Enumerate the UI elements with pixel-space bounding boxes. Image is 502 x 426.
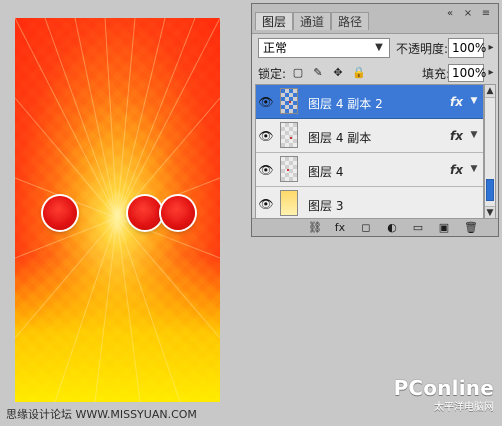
layers-panel: 图层 通道 路径 « × ≡ 正常 ▼ 不透明度: 100% ▸ 锁定: ▢ ✎…: [251, 3, 499, 237]
expand-effects-icon[interactable]: ▼: [469, 95, 479, 107]
layer-thumbnail: [280, 156, 298, 182]
lock-all-icon[interactable]: 🔒: [352, 67, 366, 79]
watermark-brand: PConline 太平洋电脑网: [394, 376, 494, 413]
layer-name: 图层 4 副本 2: [308, 97, 383, 111]
fx-icon[interactable]: fx: [450, 129, 463, 143]
lock-fill-row: 锁定: ▢ ✎ ✥ 🔒 填充: 100% ▸: [258, 64, 494, 82]
new-layer-icon[interactable]: ▣: [438, 222, 450, 234]
lock-transparent-pixels-icon[interactable]: ▢: [292, 67, 304, 79]
opacity-label: 不透明度:: [396, 42, 449, 56]
link-layers-icon[interactable]: ⛓: [308, 222, 322, 234]
blend-opacity-row: 正常 ▼ 不透明度: 100% ▸: [258, 38, 494, 60]
brand-logo: PConline: [393, 376, 494, 400]
lock-image-pixels-icon[interactable]: ✎: [312, 67, 324, 79]
panel-menu-icon[interactable]: ≡: [480, 8, 492, 20]
fx-icon[interactable]: fx: [450, 95, 463, 109]
layers-scrollbar[interactable]: ▲ ▼: [484, 84, 496, 220]
layer-name: 图层 4: [308, 165, 344, 179]
panel-tabs: 图层 通道 路径: [255, 12, 370, 30]
expand-effects-icon[interactable]: ▼: [469, 163, 479, 175]
fill-dropdown-icon[interactable]: ▸: [486, 66, 496, 80]
brand-subtitle: 太平洋电脑网: [434, 402, 494, 413]
close-icon[interactable]: ×: [462, 8, 474, 20]
trash-icon[interactable]: 🗑: [464, 222, 478, 234]
eye-icon[interactable]: 👁: [258, 128, 274, 144]
red-circle: [161, 196, 195, 230]
tab-layers[interactable]: 图层: [255, 12, 294, 30]
watermark-left: 思缘设计论坛 WWW.MISSYUAN.COM: [6, 408, 197, 421]
layer-row[interactable]: 👁 图层 4 fx ▼: [256, 153, 483, 187]
lock-position-icon[interactable]: ✥: [332, 67, 344, 79]
opacity-input[interactable]: 100%: [448, 38, 486, 58]
red-circle: [128, 196, 162, 230]
scroll-up-icon[interactable]: ▲: [485, 85, 495, 98]
red-circle: [43, 196, 77, 230]
layer-thumbnail: [280, 190, 298, 216]
fx-icon[interactable]: fx: [450, 163, 463, 177]
lock-icons: ▢ ✎ ✥ 🔒: [292, 64, 366, 82]
adjustment-layer-icon[interactable]: ◐: [386, 222, 398, 234]
fill-label: 填充:: [422, 67, 451, 81]
panel-top-icons: « × ≡: [444, 8, 492, 20]
tab-paths[interactable]: 路径: [331, 12, 370, 30]
layer-thumbnail: [280, 122, 298, 148]
add-mask-icon[interactable]: ◻: [360, 222, 372, 234]
layer-name: 图层 4 副本: [308, 131, 372, 145]
layer-thumbnail: [280, 88, 298, 114]
blend-mode-select[interactable]: 正常 ▼: [258, 38, 390, 58]
scroll-thumb[interactable]: [486, 179, 494, 201]
collapse-icon[interactable]: «: [444, 8, 456, 20]
layer-row[interactable]: 👁 图层 4 副本 2 fx ▼: [256, 85, 483, 119]
chevron-down-icon[interactable]: ▼: [371, 40, 387, 56]
layer-row[interactable]: 👁 图层 3: [256, 187, 483, 219]
add-layer-style-icon[interactable]: fx: [334, 222, 346, 234]
panel-header: 图层 通道 路径 « × ≡: [252, 4, 498, 34]
eye-icon[interactable]: 👁: [258, 94, 274, 110]
layers-bottom-bar: ⛓ fx ◻ ◐ ▭ ▣ 🗑: [252, 218, 498, 236]
tab-channels[interactable]: 通道: [293, 12, 332, 30]
fill-input[interactable]: 100%: [448, 64, 486, 82]
layers-list: 👁 图层 4 副本 2 fx ▼ 👁 图层 4 副本 fx ▼ 👁 图层 4 f…: [255, 84, 484, 220]
opacity-dropdown-icon[interactable]: ▸: [486, 41, 496, 55]
lock-label: 锁定:: [258, 67, 287, 81]
new-group-icon[interactable]: ▭: [412, 222, 424, 234]
layer-name: 图层 3: [308, 199, 344, 213]
document-canvas[interactable]: [15, 18, 220, 402]
eye-icon[interactable]: 👁: [258, 196, 274, 212]
bottom-icons: ⛓ fx ◻ ◐ ▭ ▣ 🗑: [308, 220, 478, 236]
burst-rays: [15, 18, 220, 402]
blend-mode-value: 正常: [263, 41, 288, 55]
eye-icon[interactable]: 👁: [258, 162, 274, 178]
expand-effects-icon[interactable]: ▼: [469, 129, 479, 141]
layer-row[interactable]: 👁 图层 4 副本 fx ▼: [256, 119, 483, 153]
